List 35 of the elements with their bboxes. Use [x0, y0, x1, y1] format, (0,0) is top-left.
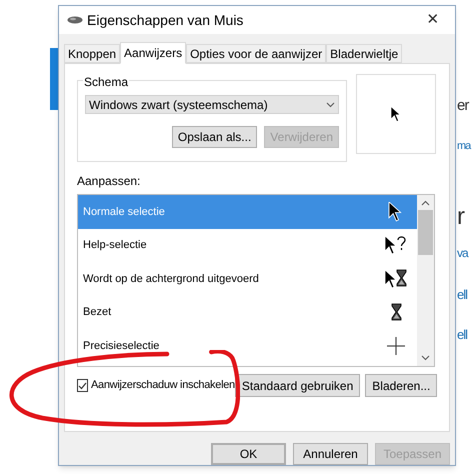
- arrow-cursor-icon: [391, 106, 401, 122]
- cancel-button[interactable]: Annuleren: [293, 443, 368, 465]
- scrollbar[interactable]: [417, 195, 434, 366]
- sidebar-accent: [50, 48, 58, 110]
- checkbox[interactable]: [77, 379, 88, 392]
- background-link[interactable]: va: [457, 247, 468, 259]
- ok-button[interactable]: OK: [211, 443, 286, 465]
- use-default-button[interactable]: Standaard gebruiken: [234, 374, 360, 397]
- scroll-up-icon[interactable]: [421, 200, 430, 206]
- tab[interactable]: Knoppen: [64, 44, 120, 63]
- save-as-button[interactable]: Opslaan als...: [172, 126, 258, 148]
- tab[interactable]: Opties voor de aanwijzer: [186, 44, 326, 63]
- checkmark-icon: [78, 382, 87, 390]
- checkbox-label[interactable]: Aanwijzerschaduw inschakelen: [91, 377, 235, 394]
- tab[interactable]: Aanwijzers: [120, 42, 186, 64]
- schema-dropdown[interactable]: Windows zwart (systeemschema): [85, 95, 339, 114]
- close-button[interactable]: ✕: [411, 6, 455, 34]
- background-heading: r: [457, 205, 465, 229]
- window-title: Eigenschappen van Muis: [87, 10, 244, 30]
- chevron-down-icon: [326, 102, 335, 108]
- background-link[interactable]: ma: [457, 141, 470, 152]
- section-label: Aanpassen:: [77, 173, 142, 190]
- browse-button[interactable]: Bladeren...: [365, 374, 438, 397]
- background-link[interactable]: ell: [457, 288, 468, 301]
- scroll-thumb[interactable]: [418, 210, 433, 255]
- tab[interactable]: Bladerwieltje: [326, 44, 402, 63]
- mouse-icon: [67, 16, 83, 24]
- working-cursor-icon: [383, 268, 409, 289]
- list-item[interactable]: Precisieselectie: [78, 329, 417, 363]
- list-item[interactable]: Wordt op de achtergrond uitgevoerd: [78, 262, 417, 296]
- list-item[interactable]: Help-selectie: [78, 228, 417, 262]
- background-heading: er: [457, 98, 468, 113]
- background-link[interactable]: ell: [457, 328, 468, 341]
- scroll-down-icon[interactable]: [421, 355, 430, 361]
- list-item[interactable]: Bezet: [78, 296, 417, 330]
